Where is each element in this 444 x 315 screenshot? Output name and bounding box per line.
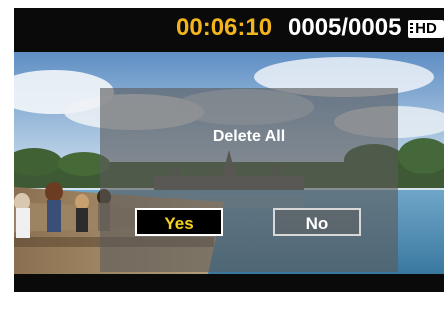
yes-button[interactable]: Yes: [135, 208, 223, 236]
camera-screen: 00:06:10 0005/0005 HD Delete All Yes No: [14, 8, 444, 292]
no-button[interactable]: No: [273, 208, 361, 236]
status-bar: 00:06:10 0005/0005 HD: [14, 8, 444, 52]
timecode: 00:06:10: [176, 14, 273, 41]
hd-icon: HD: [408, 20, 444, 38]
file-counter: 0005/0005: [288, 14, 402, 41]
dialog-title: Delete All: [212, 128, 286, 145]
delete-all-dialog: Delete All: [100, 88, 398, 272]
